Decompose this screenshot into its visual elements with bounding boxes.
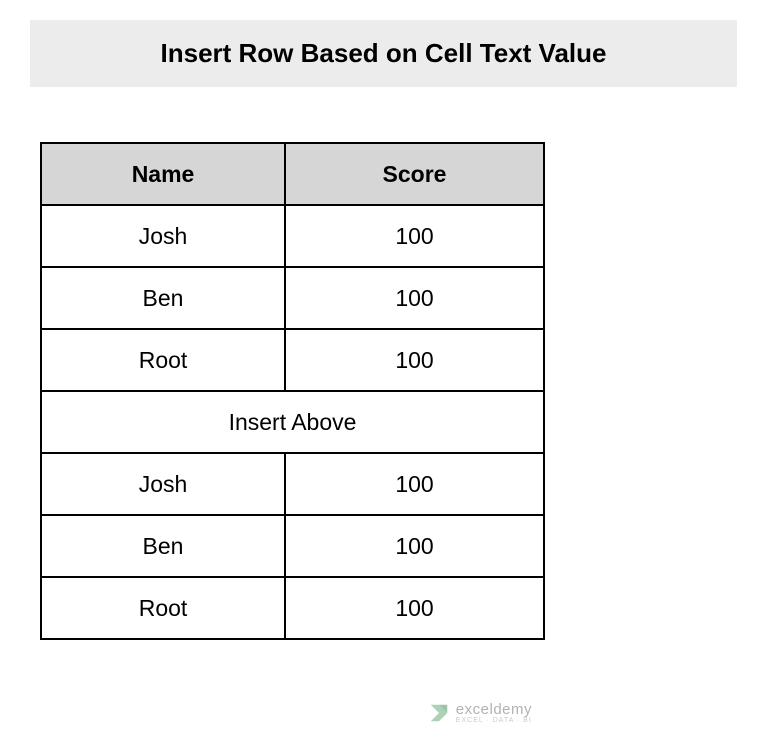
watermark: exceldemy EXCEL · DATA · BI: [428, 702, 532, 724]
table-row: Root 100: [41, 577, 544, 639]
table-row: Josh 100: [41, 205, 544, 267]
table-row: Josh 100: [41, 453, 544, 515]
header-score: Score: [285, 143, 544, 205]
cell-name: Josh: [41, 205, 285, 267]
table-container: Name Score Josh 100 Ben 100 Root 100 Ins…: [30, 142, 737, 640]
cell-name: Josh: [41, 453, 285, 515]
cell-name: Root: [41, 577, 285, 639]
insert-above-row: Insert Above: [41, 391, 544, 453]
table-row: Ben 100: [41, 267, 544, 329]
cell-name: Ben: [41, 267, 285, 329]
header-name: Name: [41, 143, 285, 205]
data-table: Name Score Josh 100 Ben 100 Root 100 Ins…: [40, 142, 545, 640]
table-row: Ben 100: [41, 515, 544, 577]
insert-above-cell: Insert Above: [41, 391, 544, 453]
cell-score: 100: [285, 515, 544, 577]
page-title: Insert Row Based on Cell Text Value: [30, 20, 737, 87]
watermark-main: exceldemy: [456, 702, 532, 717]
cell-score: 100: [285, 267, 544, 329]
cell-name: Ben: [41, 515, 285, 577]
watermark-sub: EXCEL · DATA · BI: [456, 717, 532, 724]
table-header-row: Name Score: [41, 143, 544, 205]
cell-name: Root: [41, 329, 285, 391]
cell-score: 100: [285, 577, 544, 639]
cell-score: 100: [285, 205, 544, 267]
exceldemy-icon: [428, 702, 450, 724]
cell-score: 100: [285, 453, 544, 515]
cell-score: 100: [285, 329, 544, 391]
table-row: Root 100: [41, 329, 544, 391]
watermark-text: exceldemy EXCEL · DATA · BI: [456, 702, 532, 724]
